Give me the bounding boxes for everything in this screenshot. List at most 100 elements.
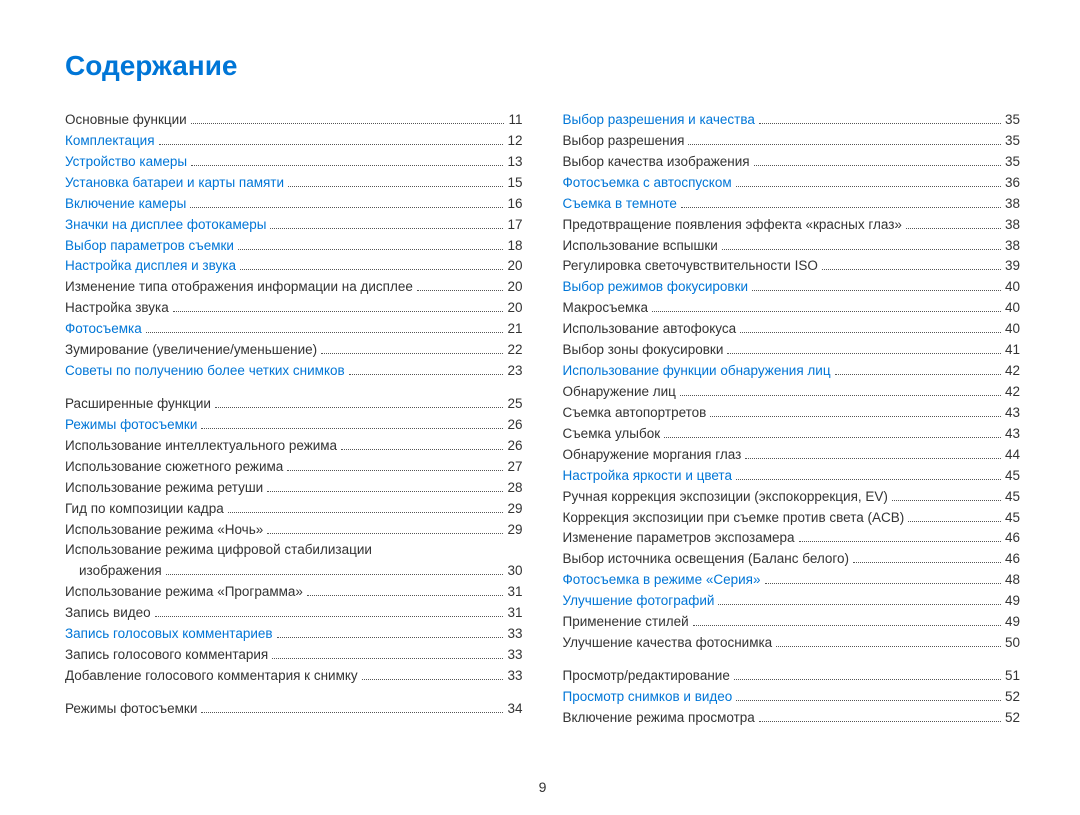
toc-entry[interactable]: Значки на дисплее фотокамеры17: [65, 215, 523, 236]
toc-entry: Использование режима цифровой стабилизац…: [65, 540, 523, 561]
toc-entry: Обнаружение моргания глаз 44: [563, 445, 1021, 466]
toc-leader-dots: [736, 186, 1001, 187]
toc-entry-label: Настройка звука: [65, 298, 169, 319]
toc-entry-label: Обнаружение моргания глаз: [563, 445, 742, 466]
toc-entry: Обнаружение лиц42: [563, 382, 1021, 403]
toc-entry[interactable]: Фотосъемка21: [65, 319, 523, 340]
toc-entry-page: 38: [1005, 194, 1020, 215]
toc-leader-dots: [201, 428, 503, 429]
toc-leader-dots: [799, 541, 1001, 542]
toc-entry-page: 20: [507, 277, 522, 298]
toc-entry[interactable]: Просмотр снимков и видео52: [563, 687, 1021, 708]
toc-entry-label: Основные функции: [65, 110, 187, 131]
toc-leader-dots: [417, 290, 504, 291]
toc-entry-page: 52: [1005, 708, 1020, 729]
toc-entry: Использование вспышки38: [563, 236, 1021, 257]
toc-entry: Настройка звука 20: [65, 298, 523, 319]
toc-entry-page: 33: [507, 624, 522, 645]
toc-entry-page: 20: [507, 298, 522, 319]
toc-entry[interactable]: Комплектация12: [65, 131, 523, 152]
toc-leader-dots: [652, 311, 1001, 312]
toc-leader-dots: [740, 332, 1001, 333]
toc-entry-label: Режимы фотосъемки: [65, 415, 197, 436]
toc-entry-page: 25: [507, 394, 522, 415]
toc-leader-dots: [349, 374, 504, 375]
toc-entry[interactable]: Советы по получению более четких снимков…: [65, 361, 523, 382]
toc-entry-page: 45: [1005, 466, 1020, 487]
toc-entry-label: Выбор разрешения и качества: [563, 110, 755, 131]
toc-entry: Расширенные функции25: [65, 394, 523, 415]
toc-entry-label: изображения: [79, 561, 162, 582]
toc-entry-label: Использование вспышки: [563, 236, 718, 257]
toc-entry[interactable]: Использование функции обнаружения лиц42: [563, 361, 1021, 382]
toc-entry-label: Установка батареи и карты памяти: [65, 173, 284, 194]
toc-entry[interactable]: Фотосъемка с автоспуском 36: [563, 173, 1021, 194]
toc-entry-label: Устройство камеры: [65, 152, 187, 173]
toc-leader-dots: [215, 407, 504, 408]
toc-entry-page: 23: [507, 361, 522, 382]
page-number: 9: [65, 779, 1020, 795]
toc-entry[interactable]: Выбор разрешения и качества35: [563, 110, 1021, 131]
toc-entry-label: Выбор источника освещения (Баланс белого…: [563, 549, 850, 570]
toc-entry[interactable]: Съемка в темноте38: [563, 194, 1021, 215]
toc-entry-label: Съемка улыбок: [563, 424, 661, 445]
toc-entry-page: 42: [1005, 382, 1020, 403]
toc-leader-dots: [288, 186, 503, 187]
toc-leader-dots: [341, 449, 503, 450]
toc-leader-dots: [267, 533, 503, 534]
toc-leader-dots: [693, 625, 1001, 626]
toc-entry[interactable]: Улучшение фотографий 49: [563, 591, 1021, 612]
toc-entry: Основные функции11: [65, 110, 523, 131]
toc-leader-dots: [267, 491, 503, 492]
toc-entry[interactable]: Включение камеры16: [65, 194, 523, 215]
toc-entry-page: 36: [1005, 173, 1020, 194]
toc-entry[interactable]: Настройка дисплея и звука20: [65, 256, 523, 277]
toc-entry-page: 20: [507, 256, 522, 277]
toc-entry-page: 28: [507, 478, 522, 499]
toc-entry[interactable]: Установка батареи и карты памяти15: [65, 173, 523, 194]
toc-entry: Предотвращение появления эффекта «красны…: [563, 215, 1021, 236]
toc-leader-dots: [908, 521, 1001, 522]
toc-entry-page: 48: [1005, 570, 1020, 591]
toc-entry[interactable]: Фотосъемка в режиме «Серия»48: [563, 570, 1021, 591]
toc-leader-dots: [270, 228, 503, 229]
toc-entry-label: Зумирование (увеличение/уменьшение): [65, 340, 317, 361]
toc-entry-label: Запись видео: [65, 603, 151, 624]
toc-entry-label: Применение стилей: [563, 612, 689, 633]
toc-entry-label: Запись голосового комментария: [65, 645, 268, 666]
toc-entry: Запись видео31: [65, 603, 523, 624]
toc-entry-label: Изменение параметров экспозамера: [563, 528, 795, 549]
toc-leader-dots: [321, 353, 503, 354]
toc-leader-dots: [190, 207, 503, 208]
toc-entry-page: 44: [1005, 445, 1020, 466]
toc-leader-dots: [277, 637, 504, 638]
toc-entry-label: Макросъемка: [563, 298, 649, 319]
toc-entry: Регулировка светочувствительности ISO39: [563, 256, 1021, 277]
toc-entry: Добавление голосового комментария к сним…: [65, 666, 523, 687]
toc-entry-label: Использование автофокуса: [563, 319, 737, 340]
toc-leader-dots: [191, 123, 505, 124]
toc-entry[interactable]: Устройство камеры13: [65, 152, 523, 173]
toc-entry-label: Фотосъемка с автоспуском: [563, 173, 732, 194]
toc-entry-page: 30: [507, 561, 522, 582]
toc-entry[interactable]: Выбор режимов фокусировки40: [563, 277, 1021, 298]
toc-entry-page: 35: [1005, 152, 1020, 173]
toc-leader-dots: [727, 353, 1001, 354]
toc-leader-dots: [155, 616, 504, 617]
toc-entry-page: 18: [507, 236, 522, 257]
toc-entry-page: 33: [507, 645, 522, 666]
toc-entry-label: Добавление голосового комментария к сним…: [65, 666, 358, 687]
toc-entry: Использование режима ретуши28: [65, 478, 523, 499]
toc-entry-page: 27: [507, 457, 522, 478]
toc-entry-label: Улучшение качества фотоснимка: [563, 633, 773, 654]
toc-entry-label: Улучшение фотографий: [563, 591, 715, 612]
toc-entry-page: 52: [1005, 687, 1020, 708]
toc-leader-dots: [173, 311, 504, 312]
toc-entry[interactable]: Настройка яркости и цвета45: [563, 466, 1021, 487]
toc-entry[interactable]: Запись голосовых комментариев 33: [65, 624, 523, 645]
toc-entry[interactable]: Выбор параметров съемки18: [65, 236, 523, 257]
toc-entry-label: Просмотр/редактирование: [563, 666, 730, 687]
toc-entry-page: 49: [1005, 591, 1020, 612]
toc-entry[interactable]: Режимы фотосъемки26: [65, 415, 523, 436]
toc-entry-label: Запись голосовых комментариев: [65, 624, 273, 645]
